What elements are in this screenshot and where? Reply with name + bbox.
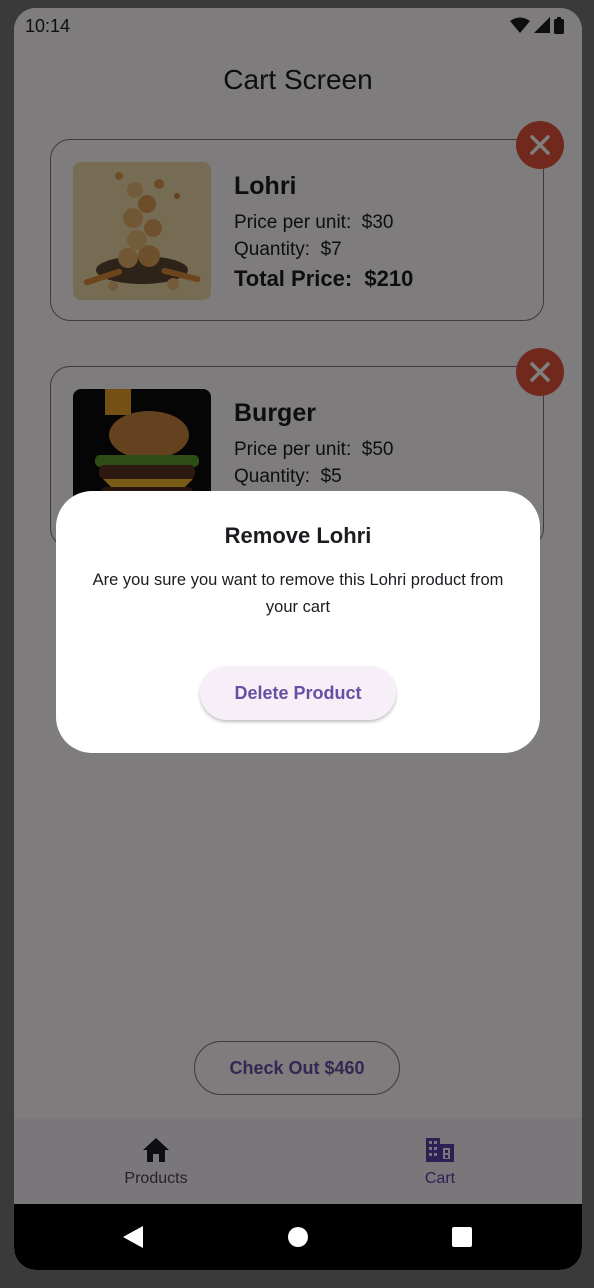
recents-icon[interactable]: [451, 1226, 473, 1248]
home-button-icon[interactable]: [287, 1226, 309, 1248]
remove-dialog: Remove Lohri Are you sure you want to re…: [56, 491, 540, 753]
phone-screen: 10:14 Cart Screen: [14, 8, 582, 1270]
system-navigation-bar: [14, 1204, 582, 1270]
dialog-message: Are you sure you want to remove this Loh…: [92, 571, 504, 616]
dialog-title: Remove Lohri: [224, 523, 372, 548]
back-icon[interactable]: [122, 1225, 144, 1249]
delete-product-button[interactable]: Delete Product: [200, 666, 396, 720]
